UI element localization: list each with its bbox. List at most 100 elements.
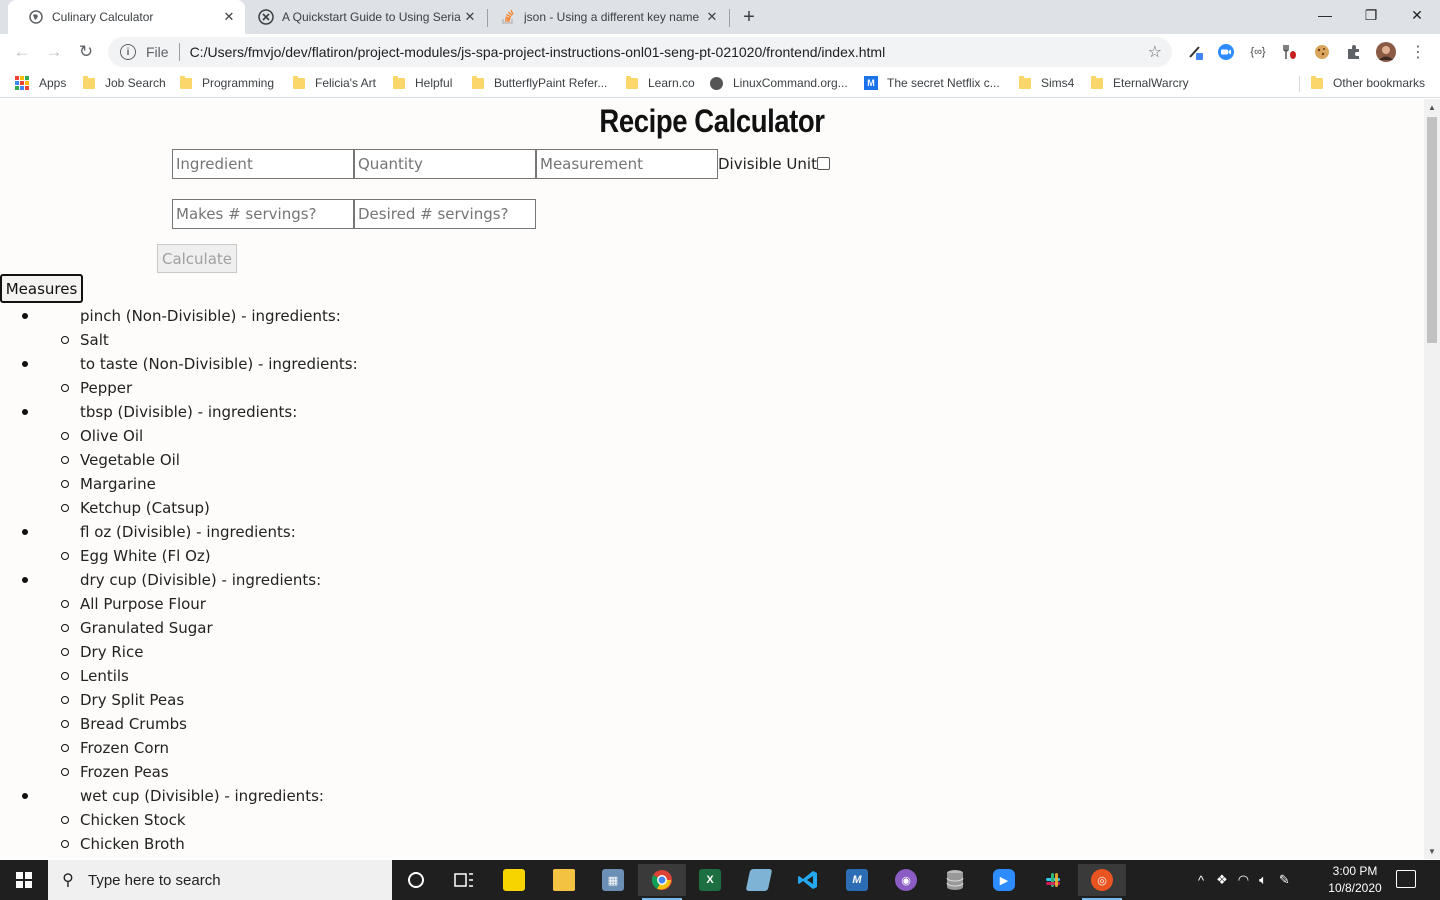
- scroll-up-icon[interactable]: ▲: [1424, 99, 1440, 115]
- slack-icon[interactable]: [1029, 864, 1077, 896]
- divisible-unit-checkbox[interactable]: [817, 157, 830, 170]
- vscode-icon[interactable]: [784, 864, 832, 896]
- calculator-icon[interactable]: ▦: [589, 864, 637, 896]
- ingredient-name: Chicken Broth: [80, 835, 185, 853]
- bullet-icon: [22, 577, 28, 583]
- calculate-button[interactable]: Calculate: [157, 244, 237, 273]
- measure-header: tbsp (Divisible) - ingredients:: [80, 403, 298, 421]
- taskbar-search[interactable]: ⚲ Type here to search: [48, 860, 392, 900]
- measurement-input[interactable]: Measurement: [536, 149, 718, 179]
- ingredient-list-item: Egg White (Fl Oz): [0, 544, 800, 568]
- action-center-icon[interactable]: [1396, 870, 1416, 888]
- taskbar-clock[interactable]: 3:00 PM 10/8/2020: [1320, 863, 1390, 897]
- address-url: C:/Users/fmvjo/dev/flatiron/project-modu…: [189, 44, 886, 60]
- zoom-extension-icon[interactable]: [1216, 42, 1236, 62]
- minimize-icon[interactable]: —: [1302, 0, 1348, 30]
- windows-logo-icon: [16, 872, 32, 888]
- page-scrollbar[interactable]: ▲ ▼: [1424, 99, 1440, 859]
- file-explorer-icon[interactable]: [540, 864, 588, 896]
- notes-app-icon[interactable]: [735, 864, 783, 896]
- zoom-app-icon[interactable]: ▶: [980, 864, 1028, 896]
- bookmark-helpful[interactable]: Helpful: [393, 75, 453, 90]
- tab-json-stackoverflow[interactable]: json - Using a different key name ✕: [488, 0, 728, 34]
- back-icon[interactable]: ←: [8, 38, 36, 66]
- bookmark-apps[interactable]: Apps: [15, 76, 66, 90]
- profile-avatar[interactable]: [1376, 42, 1396, 62]
- scrollbar-thumb[interactable]: [1427, 117, 1437, 343]
- reload-icon[interactable]: ↻: [72, 38, 100, 66]
- pen-workspace-icon[interactable]: ✎: [1279, 872, 1290, 888]
- ingredient-list-item: Frozen Peas: [0, 760, 800, 784]
- ingredient-list-item: Chicken Broth: [0, 832, 800, 856]
- start-button[interactable]: [0, 860, 48, 900]
- task-view-icon[interactable]: [440, 864, 488, 896]
- forward-icon[interactable]: →: [40, 38, 68, 66]
- info-icon[interactable]: i: [120, 44, 136, 60]
- bookmark-felicias-art[interactable]: Felicia's Art: [293, 75, 376, 90]
- volume-icon[interactable]: 🔈︎: [1259, 872, 1267, 888]
- scroll-down-icon[interactable]: ▼: [1424, 843, 1440, 859]
- circle-bullet-icon: [61, 768, 69, 776]
- page-content: Recipe Calculator Ingredient Quantity Me…: [0, 99, 1424, 859]
- excel-icon[interactable]: X: [686, 864, 734, 896]
- cortana-icon[interactable]: [392, 864, 440, 896]
- desired-servings-input[interactable]: Desired # servings?: [354, 199, 536, 229]
- bookmark-job-search[interactable]: Job Search: [83, 75, 166, 90]
- close-tab-icon[interactable]: ✕: [704, 9, 720, 25]
- medium-icon: M: [864, 76, 878, 90]
- database-icon[interactable]: [931, 864, 979, 896]
- json-extension-icon[interactable]: {∞}: [1248, 42, 1268, 62]
- wifi-icon[interactable]: ◠: [1238, 872, 1249, 888]
- close-window-icon[interactable]: ✕: [1394, 0, 1440, 30]
- tab-quickstart-guide[interactable]: A Quickstart Guide to Using Seria ✕: [246, 0, 486, 34]
- circle-bullet-icon: [61, 672, 69, 680]
- circle-bullet-icon: [61, 744, 69, 752]
- tab-culinary-calculator[interactable]: Culinary Calculator ✕: [8, 0, 245, 34]
- restore-icon[interactable]: ❐: [1348, 0, 1394, 30]
- quantity-input[interactable]: Quantity: [354, 149, 536, 179]
- bookmark-label: Other bookmarks: [1333, 76, 1426, 90]
- circle-bullet-icon: [61, 648, 69, 656]
- chrome-icon[interactable]: [638, 864, 686, 900]
- bookmark-learn-co[interactable]: Learn.co: [626, 75, 695, 90]
- circle-bullet-icon: [61, 840, 69, 848]
- bookmark-eternalwarcry[interactable]: EternalWarcry: [1091, 75, 1189, 90]
- ingredient-list-item: Dry Split Peas: [0, 688, 800, 712]
- bookmark-label: LinuxCommand.org...: [733, 76, 848, 90]
- extensions-puzzle-icon[interactable]: [1344, 42, 1364, 62]
- bookmark-label: Helpful: [415, 76, 453, 90]
- cookie-extension-icon[interactable]: [1312, 42, 1332, 62]
- bookmark-star-icon[interactable]: ☆: [1148, 42, 1162, 62]
- bookmark-programming[interactable]: Programming: [180, 75, 274, 90]
- menu-kebab-icon[interactable]: ⋮: [1408, 42, 1428, 62]
- bookmark-butterflypaint[interactable]: ButterflyPaint Refer...: [472, 75, 607, 90]
- mindmanager-icon[interactable]: M: [833, 864, 881, 896]
- search-icon: ⚲: [62, 872, 74, 889]
- ubuntu-icon[interactable]: ◎: [1078, 864, 1126, 900]
- measure-header: dry cup (Divisible) - ingredients:: [80, 571, 322, 589]
- ingredient-list-item: Chicken Stock: [0, 808, 800, 832]
- measure-header: fl oz (Divisible) - ingredients:: [80, 523, 296, 541]
- bookmark-label: Apps: [39, 76, 67, 90]
- close-tab-icon[interactable]: ✕: [462, 9, 478, 25]
- folder-icon: [83, 75, 95, 89]
- close-tab-icon[interactable]: ✕: [221, 9, 237, 25]
- folder-icon: [1091, 75, 1103, 89]
- bullet-icon: [22, 409, 28, 415]
- bookmark-sims4[interactable]: Sims4: [1019, 75, 1074, 90]
- cooking-extension-icon[interactable]: [1280, 42, 1300, 62]
- bookmark-netflix-secret[interactable]: M The secret Netflix c...: [864, 76, 1000, 90]
- sticky-notes-icon[interactable]: [490, 864, 538, 896]
- bookmark-other[interactable]: Other bookmarks: [1311, 75, 1426, 90]
- ingredient-input[interactable]: Ingredient: [172, 149, 354, 179]
- makes-servings-input[interactable]: Makes # servings?: [172, 199, 354, 229]
- new-tab-button[interactable]: +: [737, 5, 761, 29]
- github-desktop-icon[interactable]: ◉: [882, 864, 930, 896]
- measures-button[interactable]: Measures: [0, 274, 83, 303]
- pen-extension-icon[interactable]: [1186, 42, 1206, 62]
- address-scheme: File: [146, 44, 169, 60]
- address-bar[interactable]: i File C:/Users/fmvjo/dev/flatiron/proje…: [108, 37, 1172, 67]
- dropbox-icon[interactable]: ❖: [1216, 872, 1228, 888]
- bookmark-linuxcommand[interactable]: LinuxCommand.org...: [710, 76, 848, 90]
- show-hidden-icons-icon[interactable]: ^: [1198, 873, 1204, 888]
